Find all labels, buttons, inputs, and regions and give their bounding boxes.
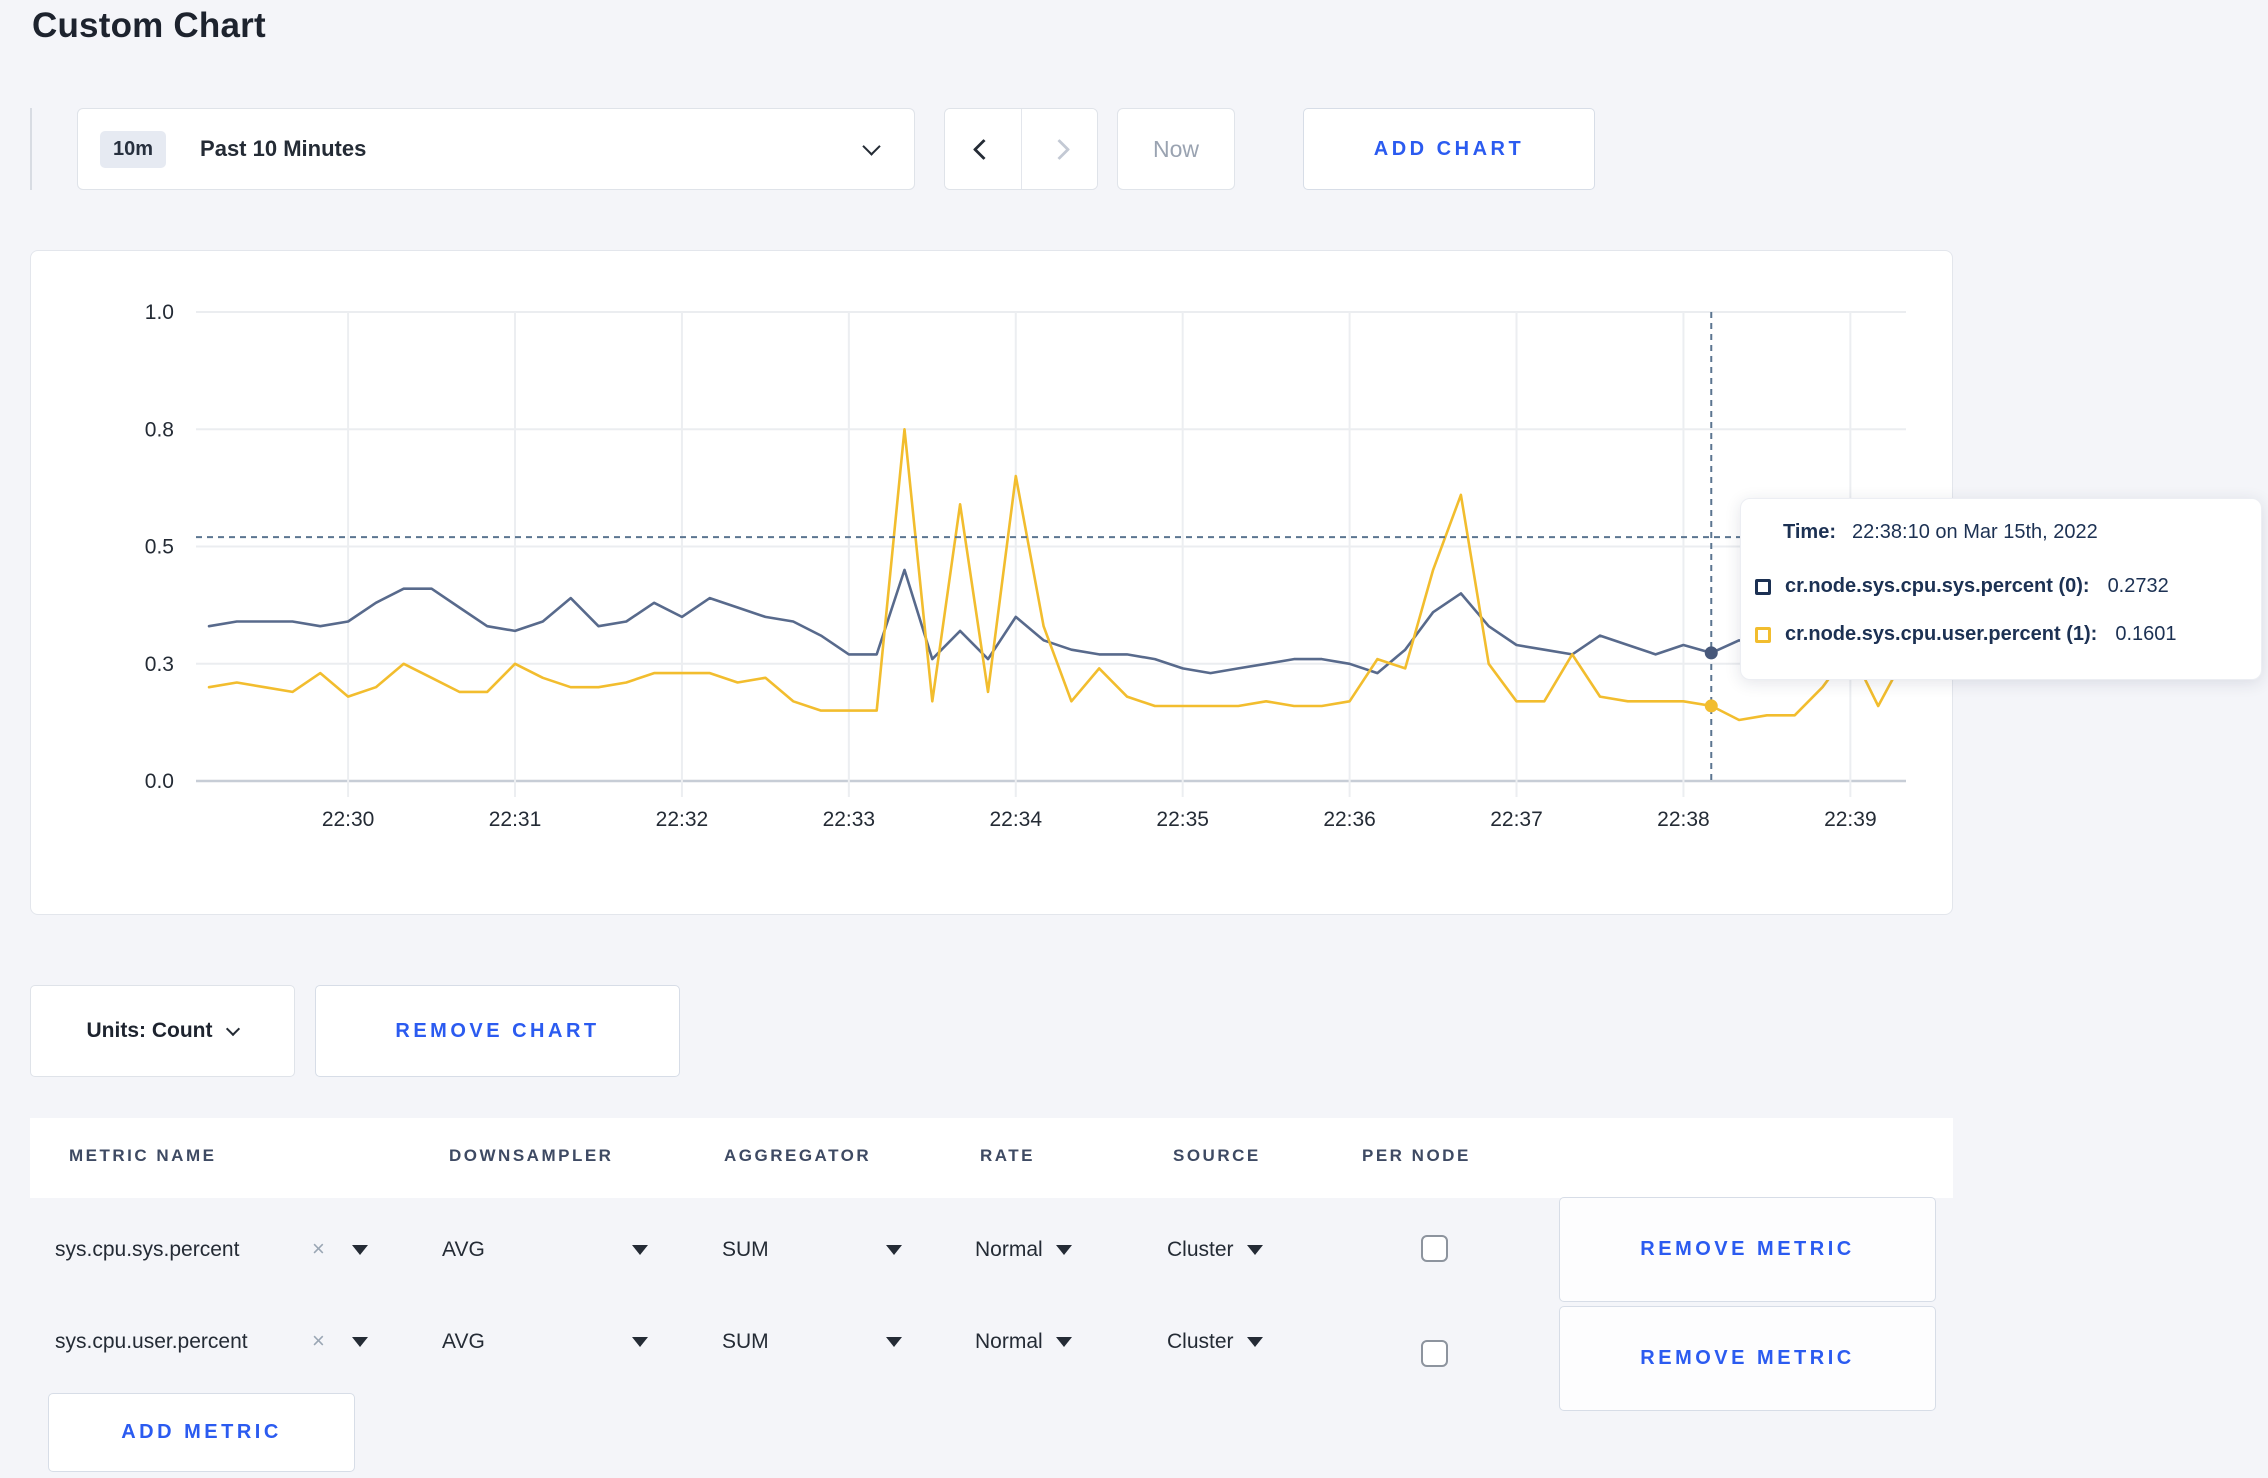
- metric-dropdown-caret-icon[interactable]: [352, 1337, 368, 1347]
- chevron-left-icon: [972, 138, 994, 160]
- downsampler-caret-icon[interactable]: [632, 1337, 648, 1347]
- col-rate: RATE: [980, 1146, 1036, 1165]
- page-title: Custom Chart: [32, 6, 266, 45]
- user-series-swatch-icon: [1755, 626, 1771, 643]
- time-range-select[interactable]: 10m Past 10 Minutes: [77, 108, 915, 190]
- tooltip-series-label: cr.node.sys.cpu.user.percent (1):: [1785, 623, 2098, 645]
- now-button[interactable]: Now: [1117, 108, 1235, 190]
- col-aggregator: AGGREGATOR: [724, 1146, 872, 1165]
- aggregator-select[interactable]: SUM: [722, 1330, 769, 1354]
- cpu-usage-chart[interactable]: 0.0 0.3 0.5 0.8 1.0 22:30 22:31 22:32 22:33 22:34…: [31, 251, 1951, 913]
- svg-text:0.3: 0.3: [145, 653, 174, 676]
- sys-series-swatch-icon: [1755, 578, 1771, 595]
- metric-name-value[interactable]: sys.cpu.user.percent: [55, 1330, 248, 1354]
- add-metric-button[interactable]: ADD METRIC: [48, 1393, 355, 1472]
- time-window-label: Past 10 Minutes: [200, 136, 367, 161]
- custom-chart-page: Custom Chart 10m Past 10 Minutes Now ADD…: [0, 0, 2268, 1478]
- rate-caret-icon: [1055, 1337, 1072, 1347]
- tooltip-series-row: cr.node.sys.cpu.user.percent (1): 0.1601: [1755, 623, 2177, 646]
- tooltip-time-row: Time: 22:38:10 on Mar 15th, 2022: [1783, 521, 2098, 544]
- tooltip-series-label: cr.node.sys.cpu.sys.percent (0):: [1785, 575, 2090, 597]
- units-select[interactable]: Units: Count: [30, 985, 295, 1077]
- toolbar-divider: [30, 108, 32, 190]
- col-downsampler: DOWNSAMPLER: [449, 1146, 614, 1165]
- remove-metric-button[interactable]: REMOVE METRIC: [1559, 1197, 1936, 1302]
- svg-text:22:36: 22:36: [1323, 808, 1376, 831]
- chevron-down-icon: [226, 1021, 241, 1037]
- metric-dropdown-caret-icon[interactable]: [352, 1245, 368, 1255]
- tooltip-series-value: 0.1601: [2115, 623, 2177, 645]
- metrics-table-header: METRIC NAME DOWNSAMPLER AGGREGATOR RATE …: [30, 1118, 1953, 1198]
- aggregator-select[interactable]: SUM: [722, 1238, 769, 1262]
- rate-select[interactable]: Normal: [975, 1238, 1072, 1262]
- time-pager: [944, 108, 1098, 190]
- time-window-badge: 10m: [100, 130, 167, 168]
- svg-text:22:30: 22:30: [322, 808, 375, 831]
- tooltip-time-label: Time:: [1783, 521, 1836, 543]
- rate-caret-icon: [1055, 1245, 1072, 1255]
- svg-text:22:31: 22:31: [489, 808, 542, 831]
- aggregator-caret-icon[interactable]: [886, 1337, 902, 1347]
- svg-text:0.8: 0.8: [145, 418, 174, 441]
- chart-card: 0.0 0.3 0.5 0.8 1.0 22:30 22:31 22:32 22:33 22:34…: [30, 250, 1953, 915]
- source-caret-icon: [1246, 1245, 1263, 1255]
- source-caret-icon: [1246, 1337, 1263, 1347]
- svg-text:1.0: 1.0: [145, 301, 174, 324]
- tooltip-time-value: 22:38:10 on Mar 15th, 2022: [1851, 521, 2098, 543]
- source-select[interactable]: Cluster: [1167, 1330, 1263, 1354]
- add-chart-button[interactable]: ADD CHART: [1303, 108, 1595, 190]
- rate-select[interactable]: Normal: [975, 1330, 1072, 1354]
- svg-text:22:33: 22:33: [823, 808, 876, 831]
- svg-text:22:34: 22:34: [989, 808, 1042, 831]
- svg-text:22:35: 22:35: [1156, 808, 1209, 831]
- downsampler-caret-icon[interactable]: [632, 1245, 648, 1255]
- svg-text:0.0: 0.0: [145, 770, 174, 793]
- col-metric-name: METRIC NAME: [69, 1146, 217, 1165]
- tooltip-series-value: 0.2732: [2107, 575, 2169, 597]
- chevron-down-icon: [862, 137, 881, 156]
- remove-chart-button[interactable]: REMOVE CHART: [315, 985, 680, 1077]
- clear-metric-icon[interactable]: ×: [312, 1236, 325, 1262]
- next-time-button[interactable]: [1021, 109, 1097, 189]
- downsampler-select[interactable]: AVG: [442, 1238, 485, 1262]
- per-node-checkbox[interactable]: [1421, 1340, 1448, 1367]
- tooltip-series-row: cr.node.sys.cpu.sys.percent (0): 0.2732: [1755, 575, 2169, 598]
- svg-text:22:38: 22:38: [1657, 808, 1710, 831]
- svg-text:22:39: 22:39: [1824, 808, 1877, 831]
- chart-tooltip: Time: 22:38:10 on Mar 15th, 2022 cr.node…: [1740, 498, 2262, 680]
- col-source: SOURCE: [1173, 1146, 1261, 1165]
- per-node-checkbox[interactable]: [1421, 1235, 1448, 1262]
- source-select[interactable]: Cluster: [1167, 1238, 1263, 1262]
- prev-time-button[interactable]: [945, 109, 1021, 189]
- chevron-right-icon: [1048, 138, 1071, 160]
- svg-text:22:37: 22:37: [1490, 808, 1543, 831]
- aggregator-caret-icon[interactable]: [886, 1245, 902, 1255]
- svg-text:22:32: 22:32: [656, 808, 709, 831]
- col-per-node: PER NODE: [1362, 1146, 1471, 1165]
- downsampler-select[interactable]: AVG: [442, 1330, 485, 1354]
- svg-text:0.5: 0.5: [145, 536, 174, 559]
- remove-metric-button[interactable]: REMOVE METRIC: [1559, 1306, 1936, 1411]
- metric-name-value[interactable]: sys.cpu.sys.percent: [55, 1238, 239, 1262]
- clear-metric-icon[interactable]: ×: [312, 1328, 325, 1354]
